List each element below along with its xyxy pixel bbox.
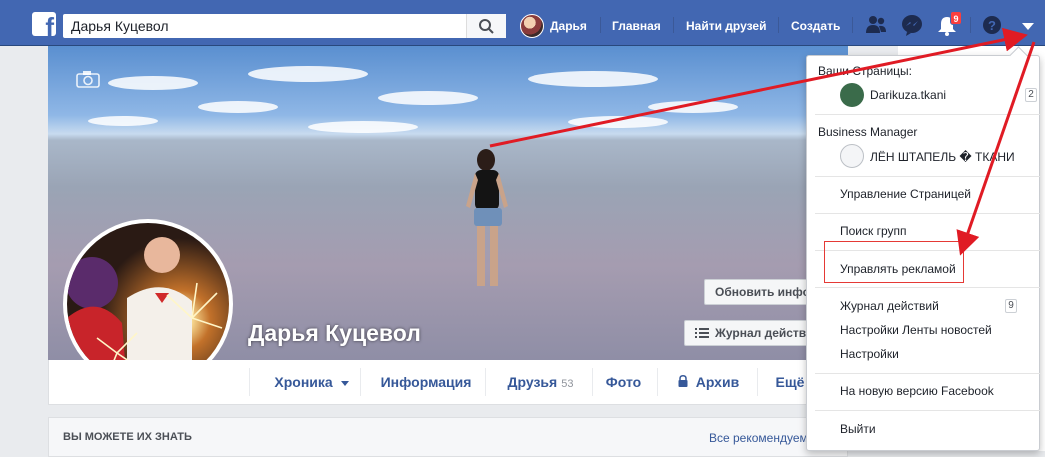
annotation-arrows xyxy=(489,27,1036,256)
